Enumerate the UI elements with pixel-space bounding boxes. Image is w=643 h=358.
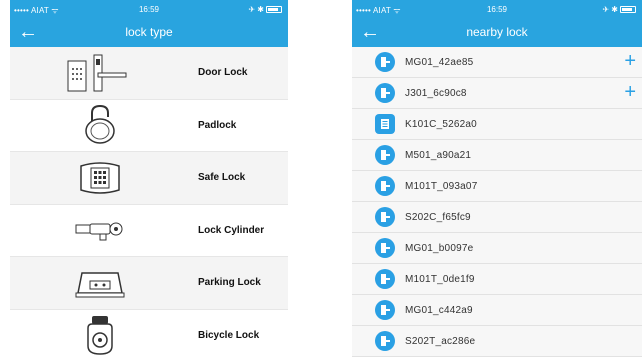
lock-type-item-bicycle[interactable]: Bicycle Lock (10, 310, 288, 358)
door-lock-icon (375, 269, 395, 289)
padlock-icon (10, 103, 190, 147)
lock-name: K101C_5262a0 (405, 118, 477, 130)
battery-icon (620, 6, 636, 13)
lock-type-item-safe[interactable]: Safe Lock (10, 152, 288, 205)
door-lock-icon (375, 83, 395, 103)
lock-name: M501_a90a21 (405, 149, 472, 161)
add-icon[interactable]: + (624, 50, 636, 72)
lock-list-item[interactable]: K101C_5262a0 (352, 109, 642, 140)
lock-type-label: Door Lock (198, 67, 248, 79)
lock-list-item[interactable]: M101T_093a07 (352, 171, 642, 202)
nearby-lock-screen: ••••• AIAT ᯤ 16:59 ✈ ✱ ← nearby lock MG0… (352, 0, 642, 358)
lock-type-label: Bicycle Lock (198, 329, 260, 341)
door-lock-icon (375, 52, 395, 72)
lock-name: M101T_0de1f9 (405, 273, 475, 285)
door-lock-icon (10, 53, 190, 93)
lock-name: MG01_42ae85 (405, 56, 474, 68)
clock: 16:59 (486, 5, 508, 14)
lock-name: M101T_093a07 (405, 180, 478, 192)
lock-type-item-cylinder[interactable]: Lock Cylinder (10, 205, 288, 257)
door-lock-icon (375, 331, 395, 351)
safe-lock-icon (10, 158, 190, 198)
lock-type-label: Padlock (198, 119, 237, 131)
lock-list-item[interactable]: MG01_b0097e (352, 233, 642, 264)
lock-list-item[interactable]: S202T_ac286e (352, 326, 642, 357)
lock-list-item[interactable]: MG01_42ae85 + (352, 47, 642, 78)
lock-type-label: Lock Cylinder (198, 224, 265, 236)
door-lock-icon (375, 176, 395, 196)
add-icon[interactable]: + (624, 81, 636, 103)
status-icons: ✈ ✱ (602, 5, 618, 14)
page-title: lock type (125, 25, 173, 39)
door-lock-icon (375, 207, 395, 227)
door-lock-icon (375, 145, 395, 165)
page-title: nearby lock (466, 25, 528, 39)
header: ••••• AIAT ᯤ 16:59 ✈ ✱ ← lock type (10, 0, 288, 47)
lock-type-list: Door Lock Padlock Safe Lock Lock Cylinde… (10, 47, 288, 358)
lock-name: S202C_f65fc9 (405, 211, 471, 223)
lock-type-item-padlock[interactable]: Padlock (10, 100, 288, 152)
door-lock-icon (375, 300, 395, 320)
navbar: ← lock type (10, 20, 288, 47)
parking-lock-icon (10, 263, 190, 303)
status-icons: ✈ ✱ (248, 5, 264, 14)
lock-cylinder-icon (10, 215, 190, 245)
lock-type-label: Parking Lock (198, 277, 261, 289)
clock: 16:59 (138, 5, 160, 14)
lock-list-item[interactable]: M501_a90a21 (352, 140, 642, 171)
lock-name: J301_6c90c8 (405, 87, 467, 99)
lock-name: MG01_c442a9 (405, 304, 473, 316)
lock-type-item-parking[interactable]: Parking Lock (10, 257, 288, 310)
status-bar: ••••• AIAT ᯤ 16:59 ✈ ✱ (10, 0, 288, 20)
lock-type-label: Safe Lock (198, 172, 246, 184)
door-lock-icon (375, 238, 395, 258)
bicycle-lock-icon (10, 312, 190, 358)
lock-list-item[interactable]: M101T_0de1f9 (352, 264, 642, 295)
lock-list-item[interactable]: S202C_f65fc9 (352, 202, 642, 233)
status-bar: ••••• AIAT ᯤ 16:59 ✈ ✱ (352, 0, 642, 20)
battery-icon (266, 6, 282, 13)
lock-list-item[interactable]: J301_6c90c8 + (352, 78, 642, 109)
lock-name: MG01_b0097e (405, 242, 474, 254)
keypad-lock-icon (375, 114, 395, 134)
lock-type-screen: ••••• AIAT ᯤ 16:59 ✈ ✱ ← lock type Door … (10, 0, 288, 358)
lock-type-item-door[interactable]: Door Lock (10, 47, 288, 100)
lock-name: S202T_ac286e (405, 335, 476, 347)
nearby-lock-list: MG01_42ae85 + J301_6c90c8 + K101C_5262a0… (352, 47, 642, 357)
header: ••••• AIAT ᯤ 16:59 ✈ ✱ ← nearby lock (352, 0, 642, 47)
lock-list-item[interactable]: MG01_c442a9 (352, 295, 642, 326)
navbar: ← nearby lock (352, 20, 642, 47)
